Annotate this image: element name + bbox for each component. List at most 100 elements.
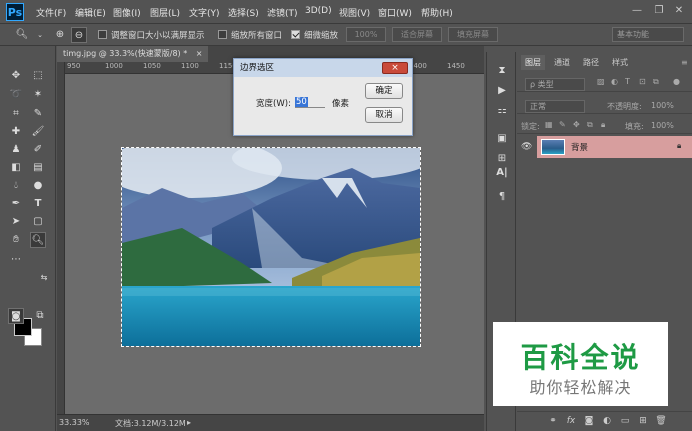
healing-brush-tool-icon[interactable]: ✚ bbox=[8, 124, 24, 140]
brushes-panel-icon[interactable]: ▣ bbox=[495, 132, 509, 146]
menu-layer[interactable]: 图层(L) bbox=[150, 6, 180, 19]
lock-image-icon[interactable]: ✎ bbox=[559, 120, 566, 129]
fill-screen-button[interactable]: 填充屏幕 bbox=[448, 27, 498, 42]
quick-mask-icon[interactable]: ◙ bbox=[8, 308, 24, 324]
eraser-tool-icon[interactable]: ◧ bbox=[8, 160, 24, 176]
more-tools-icon[interactable]: ⋯ bbox=[8, 252, 24, 268]
status-arrow-icon[interactable]: ▸ bbox=[187, 418, 191, 427]
zoom-level[interactable]: 33.33% bbox=[59, 418, 90, 427]
shape-tool-icon[interactable]: ▢ bbox=[30, 214, 46, 230]
menu-view[interactable]: 视图(V) bbox=[339, 6, 370, 19]
path-selection-tool-icon[interactable]: ➤ bbox=[8, 214, 24, 230]
hand-tool-icon[interactable]: ✋︎ bbox=[8, 232, 24, 248]
character-panel-icon[interactable]: A| bbox=[495, 166, 509, 180]
dialog-close-button[interactable]: × bbox=[382, 62, 408, 74]
dodge-tool-icon[interactable]: ● bbox=[30, 178, 46, 194]
scrubby-zoom-label: 细微缩放 bbox=[304, 31, 339, 41]
filter-adjustment-icon[interactable]: ◐ bbox=[611, 77, 618, 86]
zoom-all-checkbox[interactable] bbox=[218, 30, 227, 39]
document-tab[interactable]: timg.jpg @ 33.3%(快速蒙版/8) * × bbox=[57, 46, 209, 62]
document-tab-title: timg.jpg @ 33.3%(快速蒙版/8) * bbox=[63, 49, 188, 58]
adjustment-layer-icon[interactable]: ◐ bbox=[601, 415, 613, 427]
layer-row-background[interactable]: 背景 🔒︎ bbox=[537, 136, 692, 158]
fill-value[interactable]: 100% bbox=[651, 121, 674, 130]
menu-image[interactable]: 图像(I) bbox=[113, 6, 141, 19]
fit-screen-button[interactable]: 适合屏幕 bbox=[392, 27, 442, 42]
workspace-select[interactable]: 基本功能 bbox=[612, 27, 684, 42]
tab-styles[interactable]: 样式 bbox=[608, 55, 632, 70]
filter-toggle-icon[interactable]: ● bbox=[673, 77, 680, 86]
width-input[interactable]: 50 bbox=[295, 96, 325, 108]
visibility-eye-icon[interactable]: 👁︎ bbox=[521, 142, 532, 152]
zoom-tool-icon[interactable]: 🔍︎ bbox=[30, 232, 46, 248]
lock-position-icon[interactable]: ✥ bbox=[573, 120, 580, 129]
panel-menu-icon[interactable]: ≡ bbox=[681, 58, 688, 67]
type-tool-icon[interactable]: T bbox=[30, 196, 46, 212]
filter-pixel-icon[interactable]: ▨ bbox=[597, 77, 605, 86]
menu-select[interactable]: 选择(S) bbox=[228, 6, 259, 19]
menu-help[interactable]: 帮助(H) bbox=[421, 6, 453, 19]
kind-filter-select[interactable]: ρ 类型 bbox=[525, 78, 585, 91]
filter-smart-object-icon[interactable]: ⧉ bbox=[653, 77, 659, 87]
resize-window-checkbox[interactable] bbox=[98, 30, 107, 39]
close-tab-icon[interactable]: × bbox=[196, 49, 203, 58]
lasso-tool-icon[interactable]: ➰ bbox=[8, 87, 24, 103]
minimize-icon[interactable]: — bbox=[630, 4, 644, 18]
restore-icon[interactable]: ❐ bbox=[652, 4, 666, 18]
filter-type-icon[interactable]: T bbox=[625, 77, 630, 86]
history-brush-tool-icon[interactable]: ✐ bbox=[30, 142, 46, 158]
document-info: 文档:3.12M/3.12M bbox=[115, 419, 186, 428]
menu-edit[interactable]: 编辑(E) bbox=[75, 6, 106, 19]
menu-window[interactable]: 窗口(W) bbox=[378, 6, 412, 19]
menu-3d[interactable]: 3D(D) bbox=[305, 6, 332, 16]
lock-artboard-icon[interactable]: ⧉ bbox=[587, 120, 593, 130]
screen-mode-icon[interactable]: ⧉ bbox=[32, 308, 48, 324]
filter-shape-icon[interactable]: ⊡ bbox=[639, 77, 646, 86]
tab-layers[interactable]: 图层 bbox=[521, 55, 545, 70]
close-window-icon[interactable]: ✕ bbox=[672, 4, 686, 18]
new-layer-icon[interactable]: ⊞ bbox=[637, 415, 649, 427]
scrubby-zoom-checkbox[interactable] bbox=[291, 30, 300, 39]
add-mask-icon[interactable]: ◙ bbox=[583, 415, 595, 427]
tab-channels[interactable]: 通道 bbox=[550, 55, 574, 70]
clone-source-panel-icon[interactable]: ⊞ bbox=[495, 152, 509, 166]
cancel-button[interactable]: 取消 bbox=[365, 107, 403, 123]
pen-tool-icon[interactable]: ✒ bbox=[8, 196, 24, 212]
blur-tool-icon[interactable]: 💧︎ bbox=[8, 178, 24, 194]
paragraph-panel-icon[interactable]: ¶ bbox=[495, 190, 509, 204]
lock-all-icon[interactable]: 🔒︎ bbox=[601, 120, 605, 130]
link-layers-icon[interactable]: ⚭ bbox=[547, 415, 559, 427]
swap-colors-icon[interactable]: ⇆ bbox=[36, 270, 52, 286]
move-tool-icon[interactable]: ✥ bbox=[8, 68, 24, 84]
menu-file[interactable]: 文件(F) bbox=[36, 6, 66, 19]
gradient-tool-icon[interactable]: ▤ bbox=[30, 160, 46, 176]
properties-panel-icon[interactable]: ⚏ bbox=[495, 104, 509, 118]
ruler-tick: 950 bbox=[67, 62, 81, 70]
zoom-in-icon[interactable]: ⊕ bbox=[52, 27, 68, 43]
menu-filter[interactable]: 滤镜(T) bbox=[267, 6, 298, 19]
clone-stamp-tool-icon[interactable]: ♟ bbox=[8, 142, 24, 158]
actions-panel-icon[interactable]: ▶ bbox=[495, 84, 509, 98]
ok-button[interactable]: 确定 bbox=[365, 83, 403, 99]
opacity-value[interactable]: 100% bbox=[651, 101, 674, 110]
menu-type[interactable]: 文字(Y) bbox=[189, 6, 220, 19]
marquee-tool-icon[interactable]: ⬚ bbox=[30, 68, 46, 84]
zoom-out-icon[interactable]: ⊖ bbox=[71, 27, 87, 43]
delete-layer-icon[interactable]: 🗑︎ bbox=[655, 415, 667, 427]
crop-tool-icon[interactable]: ⌗ bbox=[8, 106, 24, 122]
zoom-tool-preset-icon[interactable]: 🔍︎ bbox=[14, 27, 30, 43]
lock-transparent-icon[interactable]: ▦ bbox=[545, 120, 553, 129]
magic-wand-tool-icon[interactable]: ✶ bbox=[30, 87, 46, 103]
blend-mode-select[interactable]: 正常 bbox=[525, 100, 585, 113]
tab-paths[interactable]: 路径 bbox=[579, 55, 603, 70]
eyedropper-tool-icon[interactable]: ✎ bbox=[30, 106, 46, 122]
history-panel-icon[interactable]: ⧗ bbox=[495, 64, 509, 78]
document-image[interactable] bbox=[121, 147, 421, 347]
layer-style-icon[interactable]: fx bbox=[565, 415, 577, 427]
chevron-down-icon[interactable]: ⌄ bbox=[32, 27, 48, 43]
brush-tool-icon[interactable]: 🖌︎ bbox=[30, 124, 46, 140]
lock-row: 锁定: ▦ ✎ ✥ ⧉ 🔒︎ 填充: 100% bbox=[517, 116, 692, 134]
zoom-all-label: 缩放所有窗口 bbox=[231, 31, 283, 41]
zoom-100-button[interactable]: 100% bbox=[346, 27, 386, 42]
new-group-icon[interactable]: ▭ bbox=[619, 415, 631, 427]
